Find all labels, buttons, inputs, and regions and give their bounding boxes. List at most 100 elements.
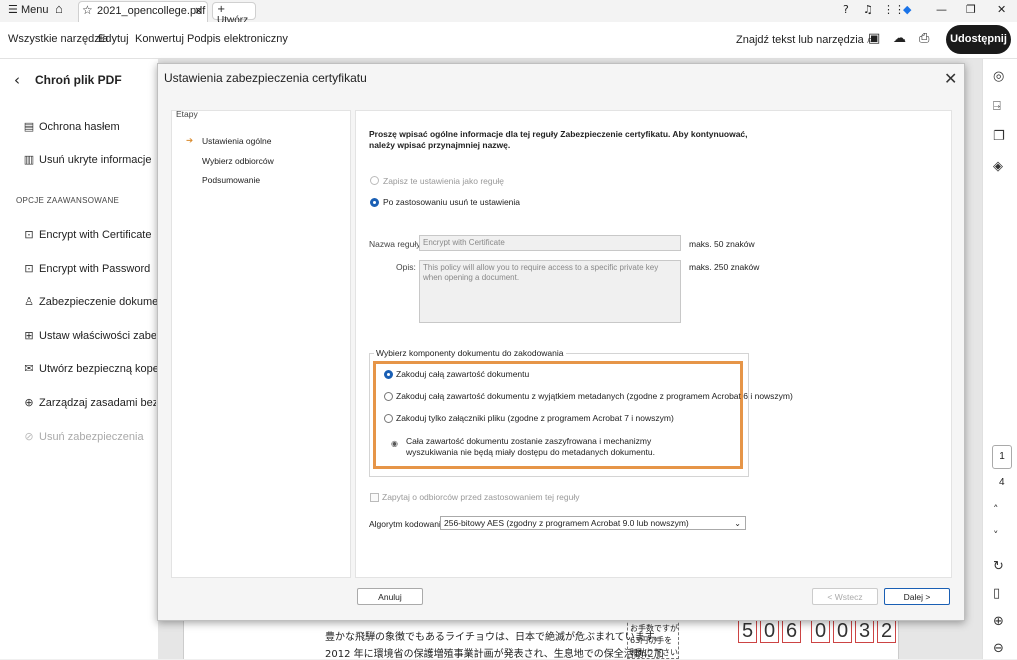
- section-advanced: OPCJE ZAAWANSOWANE: [16, 196, 120, 205]
- window-close-icon[interactable]: ✕: [997, 3, 1006, 16]
- password-doc-icon: ▤: [23, 120, 35, 133]
- left-panel: ‹ Chroń plik PDF ▤ Ochrona hasłem ▥ Usuń u…: [0, 59, 174, 659]
- tool-remove-hidden-info[interactable]: ▥ Usuń ukryte informacje: [22, 153, 152, 166]
- doc-text-line-1: 豊かな飛騨の象徴でもあるライチョウは、日本で絶滅が危ぶまれています。: [325, 632, 664, 643]
- menu-e-sign[interactable]: Podpis elektroniczny: [187, 33, 288, 45]
- page-save-icon[interactable]: ▯: [993, 586, 1000, 601]
- unlock-icon: ⊘: [24, 430, 34, 443]
- discard-after-label: Po zastosowaniu usuń te ustawienia: [383, 197, 521, 207]
- layers-icon[interactable]: ◈: [993, 159, 1003, 174]
- description-field[interactable]: This policy will allow you to require ac…: [419, 260, 681, 323]
- share-button[interactable]: Udostępnij: [946, 25, 1011, 54]
- step-summary: Podsumowanie: [202, 175, 261, 185]
- tool-security-properties[interactable]: ⊞Ustaw właściwości zabezpieczeń: [22, 329, 156, 342]
- toolbar: Wszystkie narzędzia Edytuj Konwertuj Pod…: [0, 22, 1017, 59]
- tool-encrypt-certificate[interactable]: ⊡ Encrypt with Certificate: [22, 228, 151, 241]
- dialog-title: Ustawienia zabezpieczenia certyfikatu: [164, 71, 367, 85]
- hidden-info-icon: ▥: [23, 153, 35, 166]
- algorithm-label: Algorytm kodowania:: [369, 519, 448, 529]
- tool-secure-envelope[interactable]: ✉ Utwórz bezpieczną kopertę: [22, 362, 171, 375]
- tab-bar: ☰ Menu ⌂ ☆ 2021_opencollege.pdf × + Utwó…: [0, 0, 1017, 26]
- page-up-icon[interactable]: ˄: [993, 503, 999, 516]
- description-label: Opis:: [396, 262, 416, 272]
- ask-recipients-label: Zapytaj o odbiorców przed zastosowaniem …: [382, 492, 580, 502]
- pages-icon[interactable]: ❐: [993, 129, 1005, 144]
- certificate-security-dialog: Ustawienia zabezpieczenia certyfikatu ✕ …: [157, 63, 965, 621]
- save-as-rule-label: Zapisz te ustawienia jako regułę: [383, 176, 504, 186]
- settings-content: Proszę wpisać ogólne informacje dla tej …: [355, 110, 952, 578]
- current-step-arrow-icon: ➔: [186, 135, 194, 145]
- radio-encrypt-attachments[interactable]: [384, 414, 393, 423]
- rule-name-field[interactable]: Encrypt with Certificate: [419, 235, 681, 251]
- description-limit: maks. 250 znaków: [689, 262, 760, 272]
- save-icon[interactable]: ▣: [868, 31, 880, 46]
- profile-icon[interactable]: ◆: [903, 3, 911, 16]
- certificate-lock-icon: ⊡: [24, 228, 34, 241]
- name-label: Nazwa reguły:: [369, 239, 423, 249]
- cancel-button[interactable]: Anuluj: [357, 588, 423, 605]
- step-general: Ustawienia ogólne: [202, 136, 272, 146]
- menu-all-tools[interactable]: Wszystkie narzędzia: [8, 33, 108, 45]
- print-icon[interactable]: ⎙: [919, 31, 929, 46]
- back-button[interactable]: < Wstecz: [812, 588, 878, 605]
- info-icon: ◉: [391, 439, 398, 448]
- zoom-out-icon[interactable]: ⊖: [993, 641, 1004, 656]
- algorithm-select[interactable]: 256-bitowy AES (zgodny z programem Acrob…: [440, 516, 746, 530]
- chevron-down-icon: ⌄: [734, 519, 741, 528]
- ask-recipients-checkbox[interactable]: [370, 493, 379, 502]
- radio-encrypt-except-metadata[interactable]: [384, 392, 393, 401]
- components-header: Wybierz komponenty dokumentu do zakodowa…: [374, 348, 566, 358]
- search-tools[interactable]: Znajdź tekst lub narzędzia ⌕: [736, 33, 873, 47]
- bell-icon[interactable]: ♫: [863, 3, 873, 16]
- tool-password-protect[interactable]: ▤ Ochrona hasłem: [22, 120, 120, 133]
- close-tab-icon[interactable]: ×: [194, 4, 203, 17]
- info-text-line-1: Cała zawartość dokumentu zostanie zaszyf…: [406, 436, 652, 446]
- tool-encrypt-password[interactable]: ⊡ Encrypt with Password: [22, 262, 150, 275]
- right-rail: ◎ ⍈ ❐ ◈ 1 4 ˄ ˅ ↻ ▯ ⊕ ⊖: [982, 59, 1017, 659]
- bookmark-icon[interactable]: ⍈: [993, 99, 1001, 114]
- comment-icon[interactable]: ◎: [993, 69, 1004, 84]
- rotate-icon[interactable]: ↻: [993, 559, 1004, 574]
- doc-text-line-2: 2012 年に環境省の保護増殖事業計画が発表され、生息地での保全活動に加: [325, 649, 664, 660]
- password-lock-icon: ⊡: [24, 262, 34, 275]
- upload-cloud-icon[interactable]: ☁: [893, 31, 906, 46]
- document-tab[interactable]: ☆ 2021_opencollege.pdf ×: [78, 1, 208, 22]
- user-lock-icon: ♙: [24, 295, 34, 308]
- dialog-close-icon[interactable]: ✕: [944, 69, 957, 88]
- tool-document-security[interactable]: ♙ Zabezpieczenie dokumentu: [22, 295, 173, 308]
- radio-save-as-rule[interactable]: [370, 176, 379, 185]
- hamburger-icon: ☰: [8, 3, 18, 16]
- properties-icon: ⊞: [24, 329, 34, 342]
- panel-title: Chroń plik PDF: [35, 73, 122, 87]
- stamp-box: お手数ですが 63円切手を お貼り下さい: [627, 618, 679, 659]
- page-number-total: 4: [999, 477, 1005, 488]
- menu-convert[interactable]: Konwertuj: [135, 33, 184, 45]
- option-encrypt-attachments: Zakoduj tylko załączniki pliku (zgodne z…: [396, 413, 674, 423]
- intro-text: Proszę wpisać ogólne informacje dla tej …: [369, 129, 748, 150]
- star-icon[interactable]: ☆: [82, 3, 93, 17]
- steps-panel: Etapy ➔ Ustawienia ogólne Wybierz odbior…: [171, 109, 351, 578]
- tool-manage-policies[interactable]: ⊕Zarządzaj zasadami bezpieczeństwa: [22, 396, 156, 409]
- option-encrypt-except-metadata: Zakoduj całą zawartość dokumentu z wyjąt…: [396, 391, 793, 401]
- back-chevron-icon[interactable]: ‹: [14, 71, 20, 89]
- radio-encrypt-all[interactable]: [384, 370, 393, 379]
- next-button[interactable]: Dalej >: [884, 588, 950, 605]
- restore-icon[interactable]: ❐: [966, 3, 976, 16]
- minimize-icon[interactable]: —: [936, 3, 947, 16]
- page-down-icon[interactable]: ˅: [993, 529, 999, 542]
- option-encrypt-all: Zakoduj całą zawartość dokumentu: [396, 369, 530, 379]
- page-number-current[interactable]: 1: [992, 445, 1012, 469]
- apps-grid-icon[interactable]: ⋮⋮: [883, 3, 905, 16]
- new-tab-button[interactable]: + Utwórz: [212, 2, 256, 26]
- home-icon[interactable]: ⌂: [55, 1, 63, 16]
- tool-remove-security[interactable]: ⊘ Usuń zabezpieczenia: [22, 430, 143, 443]
- help-icon[interactable]: ?: [843, 3, 849, 16]
- menu-button[interactable]: ☰ Menu: [8, 3, 48, 16]
- info-text-line-2: wyszukiwania nie będą miały dostępu do m…: [406, 447, 656, 457]
- step-recipients: Wybierz odbiorców: [202, 156, 274, 166]
- envelope-icon: ✉: [24, 362, 34, 375]
- name-limit: maks. 50 znaków: [689, 239, 755, 249]
- zoom-in-icon[interactable]: ⊕: [993, 614, 1004, 629]
- menu-edit[interactable]: Edytuj: [98, 33, 129, 45]
- radio-discard-after[interactable]: [370, 198, 379, 207]
